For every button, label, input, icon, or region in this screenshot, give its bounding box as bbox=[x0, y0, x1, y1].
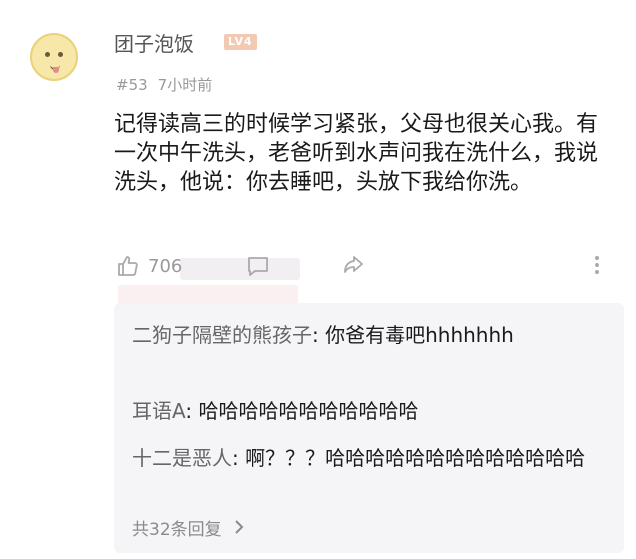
comment-text: 记得读高三的时候学习紧张，父母也很关心我。有一次中午洗头，老爸听到水声问我在洗什… bbox=[114, 112, 599, 195]
like-button[interactable]: 706 bbox=[116, 254, 182, 278]
more-vertical-icon bbox=[590, 256, 604, 274]
reply-text: 哈哈哈哈哈哈哈哈哈哈哈 bbox=[198, 399, 419, 423]
thumbs-up-icon bbox=[118, 256, 138, 276]
avatar[interactable] bbox=[30, 33, 78, 81]
avatar-tongue bbox=[53, 67, 59, 73]
reply-author[interactable]: 二狗子隔壁的熊孩子 bbox=[132, 323, 312, 347]
comment-meta: #53 7小时前 bbox=[116, 74, 212, 95]
comment-actions: 706 bbox=[116, 252, 616, 282]
reply-item[interactable]: 二狗子隔壁的熊孩子: 你爸有毒吧hhhhhhh bbox=[132, 321, 612, 350]
reply-author[interactable]: 耳语A bbox=[132, 399, 185, 423]
avatar-eye bbox=[45, 52, 50, 57]
reply-separator: : bbox=[185, 399, 199, 423]
reply-text: 你爸有毒吧hhhhhhh bbox=[325, 323, 514, 347]
share-icon bbox=[344, 256, 363, 273]
more-replies-label: 共32条回复 bbox=[132, 520, 222, 540]
reply-separator: : bbox=[312, 323, 326, 347]
comment-button[interactable] bbox=[246, 254, 270, 282]
avatar-eye bbox=[58, 52, 63, 57]
like-count: 706 bbox=[148, 255, 183, 277]
reply-author[interactable]: 十二是恶人 bbox=[132, 446, 232, 470]
replies-panel: 二狗子隔壁的熊孩子: 你爸有毒吧hhhhhhh 耳语A: 哈哈哈哈哈哈哈哈哈哈哈… bbox=[114, 303, 624, 553]
more-button[interactable] bbox=[590, 254, 604, 278]
view-more-replies-link[interactable]: 共32条回复 bbox=[132, 515, 245, 540]
reply-separator: : bbox=[232, 446, 246, 470]
level-badge: LV4 bbox=[224, 34, 257, 50]
share-button[interactable] bbox=[342, 254, 366, 282]
reply-item[interactable]: 十二是恶人: 啊？？？哈哈哈哈哈哈哈哈哈哈哈哈哈 bbox=[132, 444, 612, 473]
floor-number: #53 bbox=[116, 76, 148, 94]
comment-icon bbox=[248, 257, 268, 276]
reply-text: 啊？？？哈哈哈哈哈哈哈哈哈哈哈哈哈 bbox=[245, 446, 586, 470]
reply-item[interactable]: 耳语A: 哈哈哈哈哈哈哈哈哈哈哈 bbox=[132, 397, 612, 426]
chevron-right-icon bbox=[228, 520, 245, 540]
username[interactable]: 团子泡饭 bbox=[114, 28, 194, 57]
timestamp: 7小时前 bbox=[157, 76, 213, 94]
